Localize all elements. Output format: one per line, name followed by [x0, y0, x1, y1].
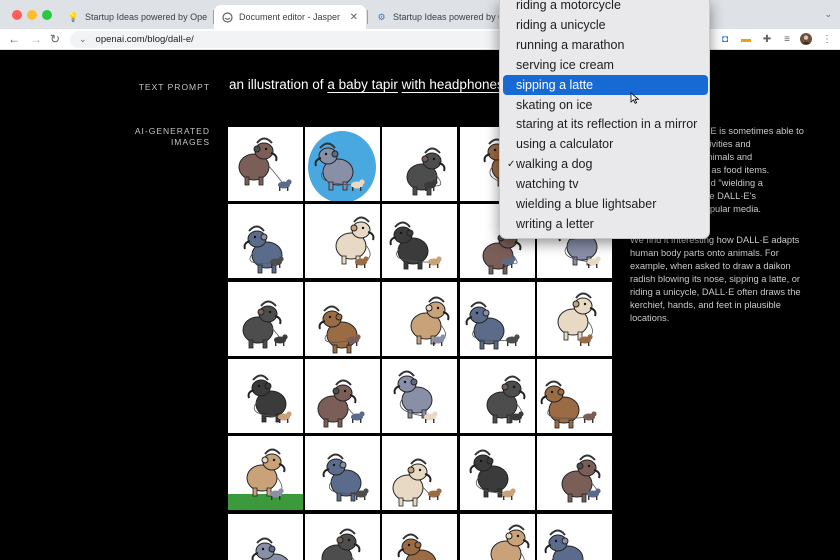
tab-startup-ideas-1[interactable]: 💡 Startup Ideas powered by Ope — [60, 5, 212, 29]
browser-toolbar: ← → ↻ ⌄ openai.com/blog/dall-e/ ◘ ▬ ✚ ≡ … — [0, 29, 840, 50]
dropdown-option[interactable]: sipping a latte — [503, 74, 708, 95]
dropdown-option-label: serving ice cream — [516, 57, 614, 72]
tab-startup-ideas-2[interactable]: ⚙ Startup Ideas powered by Ope — [368, 5, 508, 29]
prompt-modifier-dropdown[interactable]: with headphones — [402, 77, 504, 92]
generated-image[interactable] — [228, 127, 303, 201]
dropdown-option[interactable]: watching tv — [503, 174, 708, 194]
extension-note-icon[interactable]: ▬ — [740, 33, 752, 45]
generated-image[interactable] — [228, 204, 303, 279]
checkmark-icon: ✓ — [507, 158, 516, 170]
generated-image[interactable] — [459, 513, 535, 560]
dropdown-option[interactable]: using a calculator — [503, 134, 708, 154]
generated-image[interactable] — [382, 281, 458, 356]
generated-image[interactable] — [305, 204, 381, 279]
dropdown-option[interactable]: running a marathon — [503, 35, 708, 55]
paragraph-line: locations. — [630, 313, 670, 323]
generated-image[interactable] — [382, 358, 458, 433]
generated-image[interactable] — [382, 204, 458, 279]
generated-image[interactable] — [536, 358, 612, 433]
prompt-prefix: an illustration of — [229, 77, 324, 92]
dropdown-option-label: using a calculator — [516, 137, 614, 152]
profile-avatar[interactable] — [800, 33, 812, 45]
dropdown-option-label: sipping a latte — [516, 77, 594, 92]
tab-bar: 💡 Startup Ideas powered by Ope Document … — [0, 0, 840, 29]
generated-image[interactable] — [228, 513, 303, 560]
generated-image[interactable] — [536, 513, 612, 560]
dropdown-option[interactable]: riding a unicycle — [503, 15, 708, 35]
forward-button[interactable]: → — [30, 32, 42, 46]
dropdown-option[interactable]: wielding a blue lightsaber — [503, 194, 708, 214]
generated-image[interactable] — [382, 436, 458, 511]
article-page: TEXT PROMPT an illustration of a baby ta… — [0, 51, 840, 560]
zoom-window-button[interactable] — [42, 10, 52, 20]
extension-shield-icon[interactable]: ◘ — [719, 33, 731, 45]
generated-image[interactable] — [305, 281, 381, 356]
generated-image[interactable] — [228, 436, 303, 511]
generated-image[interactable] — [459, 358, 535, 433]
gear-icon: ⚙ — [377, 11, 386, 22]
dropdown-option-label: skating on ice — [516, 97, 593, 112]
minimize-window-button[interactable] — [27, 10, 37, 20]
back-button[interactable]: ← — [8, 32, 20, 46]
mouse-cursor-icon — [630, 92, 640, 104]
lightbulb-icon: 💡 — [67, 11, 80, 22]
generated-image[interactable] — [459, 281, 535, 356]
generated-image[interactable] — [382, 127, 458, 201]
dropdown-option-label: staring at its reflection in a mirror — [516, 117, 698, 132]
generated-image[interactable] — [382, 513, 458, 560]
dropdown-option[interactable]: writing a letter — [503, 214, 708, 234]
dropdown-option-label: writing a letter — [516, 216, 594, 231]
dropdown-option[interactable]: ✓ walking a dog — [503, 154, 708, 174]
paragraph-line: radish blowing its nose, sipping a latte… — [630, 274, 801, 284]
text-prompt: an illustration of a baby tapir with hea… — [229, 77, 504, 92]
tab-document-editor[interactable]: Document editor - Jasper ✕ — [214, 5, 366, 29]
paragraph-line: riding a unicycle, DALL·E often draws th… — [630, 287, 801, 297]
paragraph-line: kerchief, hands, and feet in plausible — [630, 300, 781, 310]
close-tab-icon[interactable]: ✕ — [350, 12, 358, 23]
paragraph-line: example, when asked to draw a daikon — [630, 261, 791, 271]
extensions-puzzle-icon[interactable]: ✚ — [761, 33, 773, 45]
dropdown-option[interactable]: serving ice cream — [503, 55, 708, 75]
dropdown-option-label: riding a unicycle — [516, 17, 606, 32]
ai-generated-images-label: AI-GENERATED IMAGES — [134, 126, 210, 147]
generated-image[interactable] — [228, 358, 303, 433]
generated-image[interactable] — [228, 281, 303, 356]
text-prompt-label: TEXT PROMPT — [138, 82, 210, 92]
dropdown-option-label: running a marathon — [516, 37, 625, 52]
generated-image[interactable] — [459, 436, 535, 511]
dropdown-option[interactable]: staring at its reflection in a mirror — [503, 114, 708, 134]
generated-image[interactable] — [305, 513, 381, 560]
dropdown-option[interactable]: riding a motorcycle — [503, 0, 708, 15]
prompt-subject-dropdown[interactable]: a baby tapir — [327, 77, 398, 92]
generated-image[interactable] — [305, 127, 381, 201]
dropdown-option-label: wielding a blue lightsaber — [516, 197, 657, 211]
dropdown-option-label: watching tv — [516, 177, 579, 192]
url-text: openai.com/blog/dall-e/ — [95, 34, 194, 45]
dropdown-option-label: riding a motorcycle — [516, 0, 621, 12]
browser-menu-icon[interactable]: ⋮ — [821, 33, 833, 45]
reading-list-icon[interactable]: ≡ — [781, 33, 793, 45]
dropdown-option[interactable]: skating on ice — [503, 95, 708, 115]
close-window-button[interactable] — [12, 10, 22, 20]
site-info-icon[interactable]: ⌄ — [79, 34, 87, 45]
paragraph-line: human body parts onto animals. For — [630, 248, 779, 258]
article-paragraph-2: We find it interesting how DALL·E adapts… — [630, 234, 825, 325]
dropdown-option-label: walking a dog — [516, 157, 593, 172]
generated-image[interactable] — [305, 358, 381, 433]
tab-search-icon[interactable]: ⌄ — [824, 9, 832, 20]
prompt-options-dropdown[interactable]: riding a motorcycle riding a unicycle runn… — [499, 0, 710, 239]
generated-image[interactable] — [305, 436, 381, 511]
generated-image[interactable] — [536, 436, 612, 511]
generated-image[interactable] — [536, 281, 612, 356]
reload-button[interactable]: ↻ — [50, 32, 60, 46]
jasper-icon — [222, 11, 233, 23]
